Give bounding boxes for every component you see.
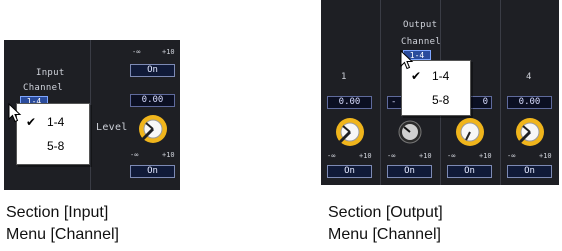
level-label: Level: [96, 122, 128, 133]
menu-item-5-8[interactable]: 5-8: [402, 88, 470, 112]
channel-on-button[interactable]: On: [327, 165, 372, 178]
panel-divider: [90, 40, 91, 190]
channel-on-button[interactable]: On: [447, 165, 492, 178]
on-button-top[interactable]: On: [130, 64, 175, 77]
caption-left: Section [Input] Menu [Channel]: [6, 202, 119, 246]
scale-min-label: -∞: [132, 48, 141, 56]
channel-label: Channel: [401, 37, 442, 47]
menu-item-1-4[interactable]: ✔ 1-4: [17, 110, 89, 134]
knob-scale-min: -∞: [130, 151, 139, 159]
caption-menu: Menu [Channel]: [328, 226, 441, 243]
menu-item-label: 5-8: [432, 93, 450, 107]
channel-3-knob[interactable]: [454, 116, 486, 152]
channel-number: 4: [526, 72, 532, 82]
menu-item-label: 1-4: [47, 115, 65, 129]
channel-2-knob[interactable]: [394, 116, 426, 152]
channel-1-knob[interactable]: [334, 116, 366, 152]
channel-label: Channel: [23, 83, 64, 93]
channel-value-display[interactable]: 0.00: [327, 96, 372, 109]
channel-on-button[interactable]: On: [387, 165, 432, 178]
input-panel-screenshot: -∞ +10 On Input Channel 1-4 0.00 Level -…: [4, 40, 180, 190]
scale-min-label: -∞: [387, 152, 396, 160]
output-panel-screenshot: Output Channel 1-4 1 4 0.00 - 0 0.00 -∞ …: [321, 0, 559, 185]
menu-item-5-8[interactable]: 5-8: [17, 134, 89, 158]
channel-popup-menu: ✔ 1-4 5-8: [16, 103, 90, 165]
column-divider: [380, 0, 381, 185]
level-value-display[interactable]: 0.00: [130, 94, 175, 107]
scale-max-label: +10: [359, 152, 372, 160]
scale-max-label: +10: [539, 152, 552, 160]
scale-min-label: -∞: [507, 152, 516, 160]
scale-max-label: +10: [419, 152, 432, 160]
menu-item-label: 1-4: [432, 69, 450, 83]
knob-scale-max: +10: [162, 151, 175, 159]
channel-4-knob[interactable]: [514, 116, 546, 152]
menu-item-label: 5-8: [47, 139, 65, 153]
scale-min-label: -∞: [327, 152, 336, 160]
mouse-pointer-icon: [400, 49, 414, 74]
input-section-label: Input: [36, 68, 65, 78]
check-icon: ✔: [25, 115, 37, 129]
caption-menu: Menu [Channel]: [6, 226, 119, 243]
output-section-label: Output: [403, 20, 438, 30]
caption-section: Section [Input]: [6, 204, 109, 221]
mouse-pointer-icon: [8, 102, 22, 127]
channel-on-button[interactable]: On: [507, 165, 552, 178]
scale-max-label: +10: [162, 48, 175, 56]
scale-max-label: +10: [479, 152, 492, 160]
caption-section: Section [Output]: [328, 204, 443, 221]
column-divider: [500, 0, 501, 185]
on-button-bottom[interactable]: On: [130, 165, 175, 178]
scale-min-label: -∞: [447, 152, 456, 160]
caption-right: Section [Output] Menu [Channel]: [328, 202, 443, 246]
channel-value-display[interactable]: 0.00: [507, 96, 552, 109]
channel-number: 1: [341, 72, 347, 82]
level-knob[interactable]: [137, 113, 169, 149]
